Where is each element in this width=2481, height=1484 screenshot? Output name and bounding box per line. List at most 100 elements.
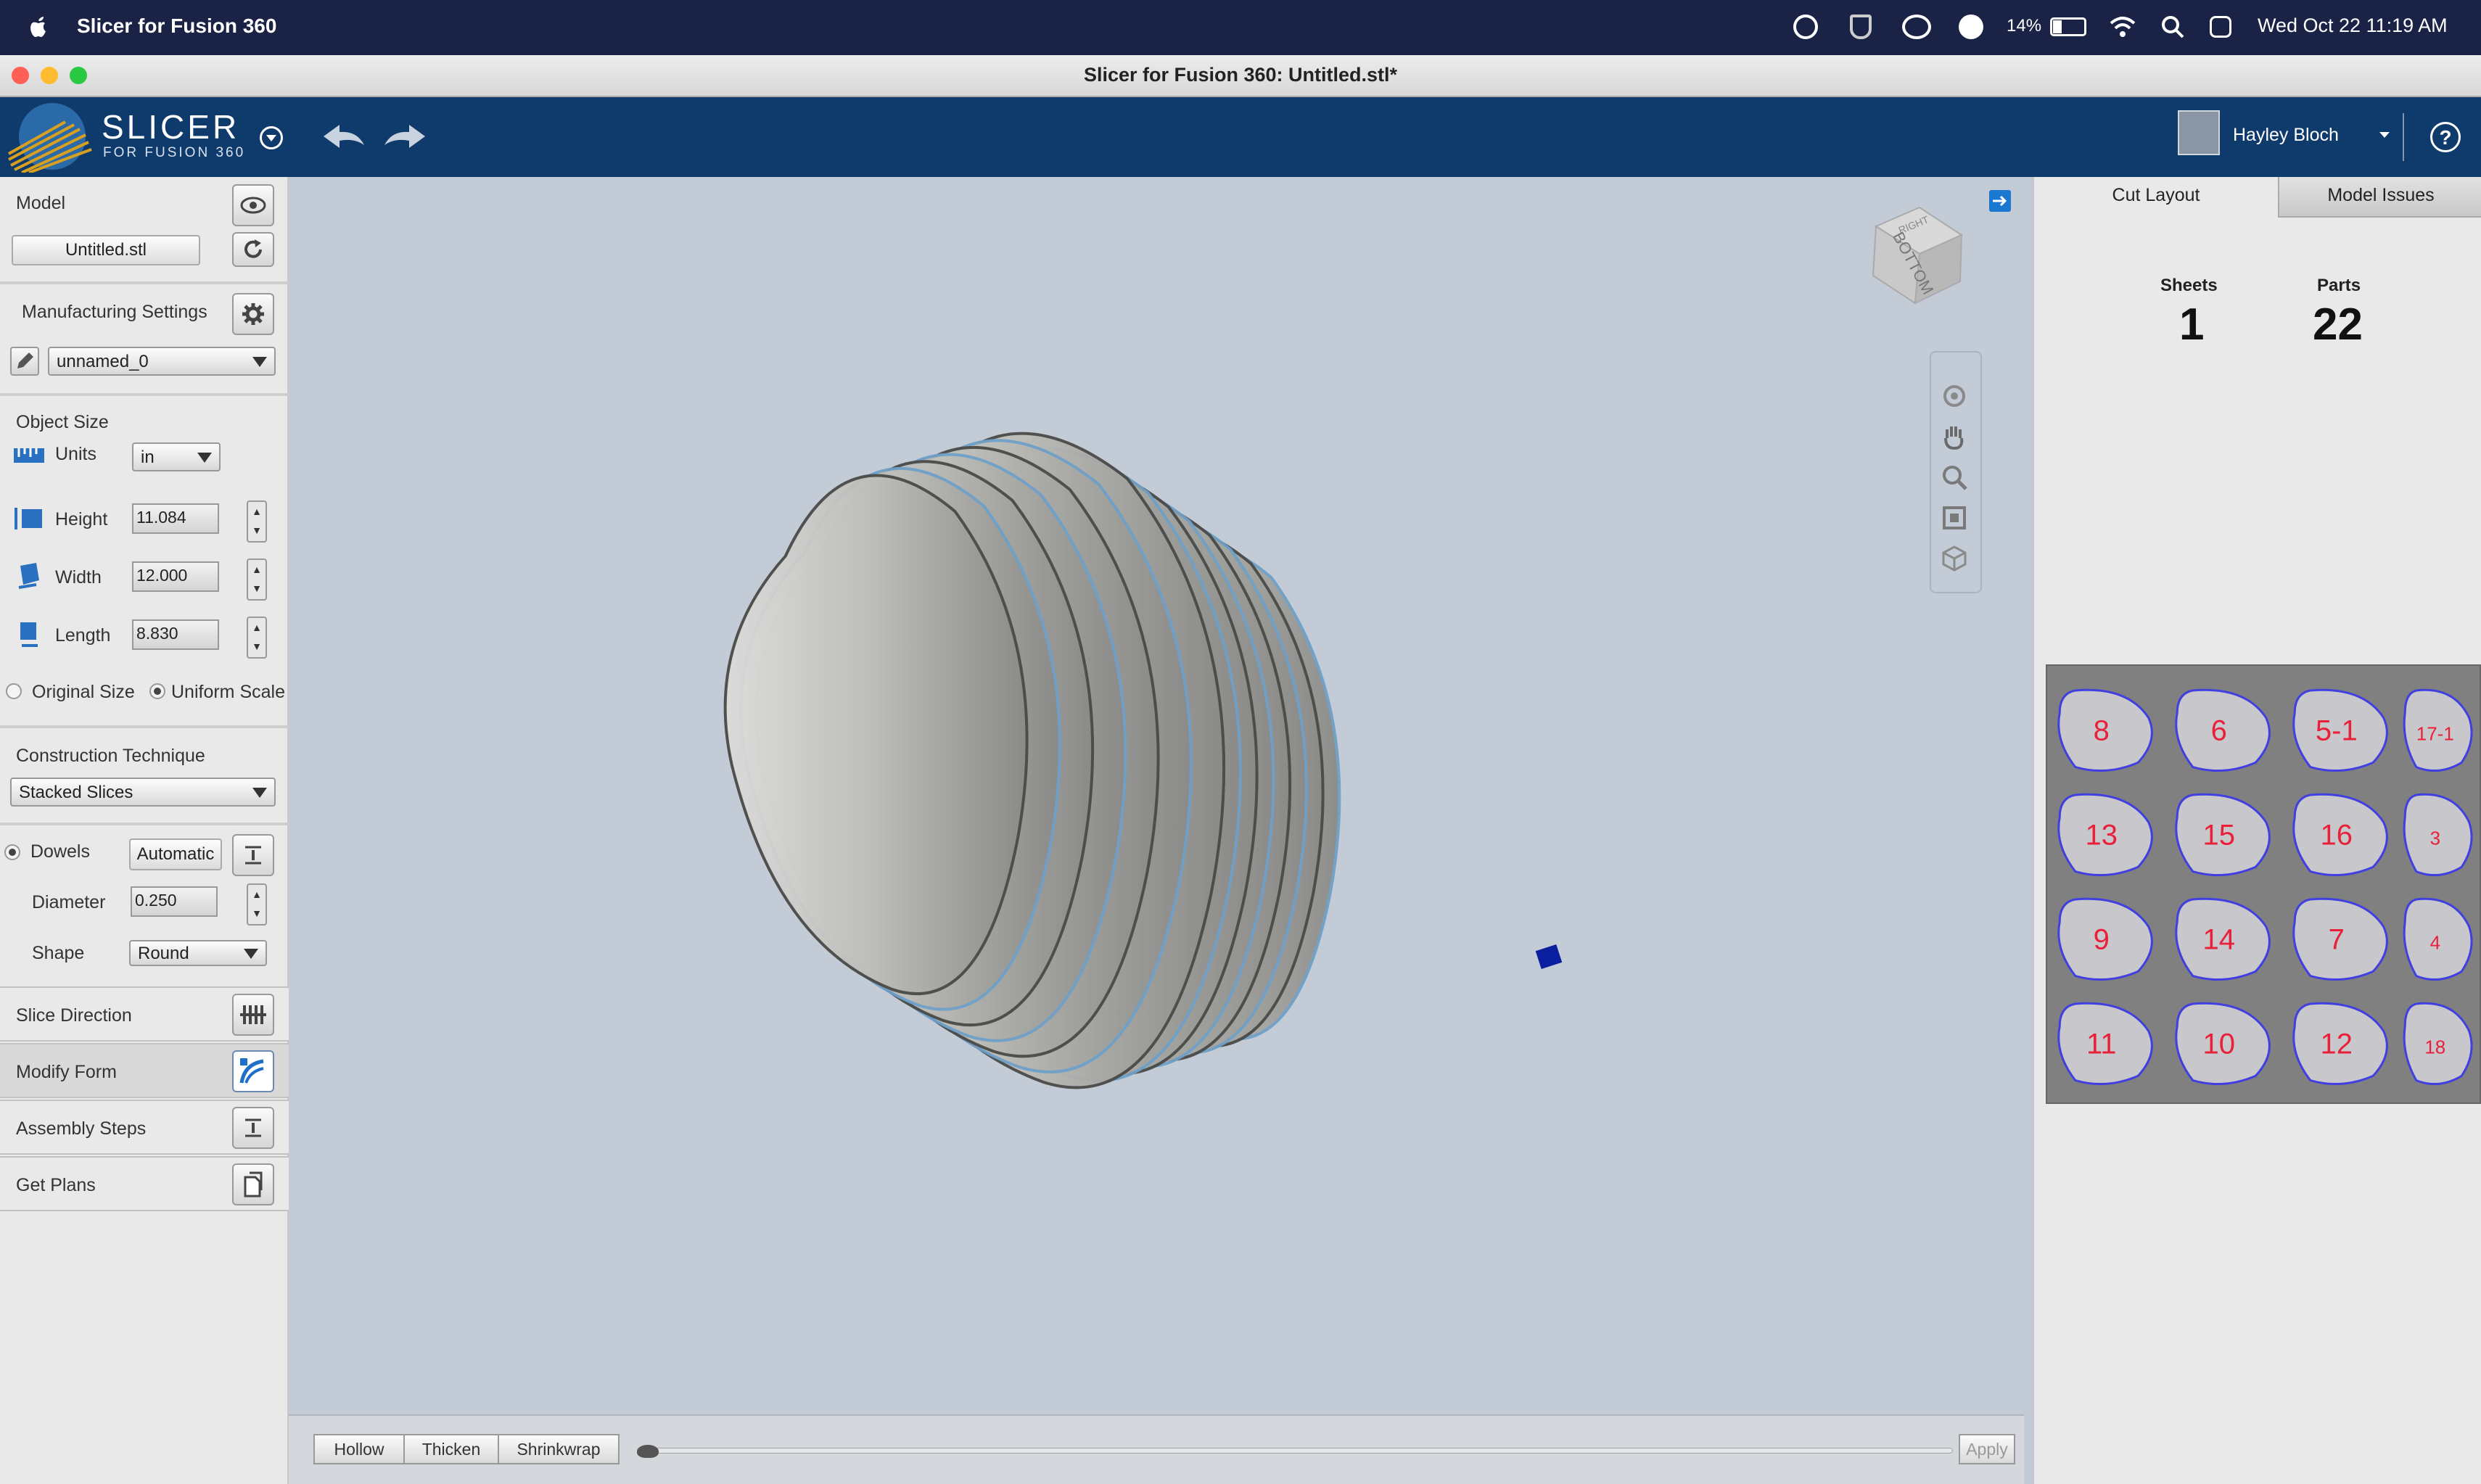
model-file-button[interactable]: Untitled.stl: [12, 235, 200, 265]
grammarly-icon[interactable]: [1793, 15, 1818, 39]
app-name[interactable]: Slicer for Fusion 360: [77, 15, 276, 38]
home-view-icon[interactable]: [1940, 544, 1969, 573]
diameter-field[interactable]: 0.250: [131, 886, 218, 917]
logo-subtitle: FOR FUSION 360: [103, 145, 246, 160]
screen-recorder-icon[interactable]: [1959, 15, 1983, 39]
zoom-icon[interactable]: [1940, 463, 1969, 492]
apple-icon[interactable]: [28, 13, 49, 41]
modify-slider-handle[interactable]: [637, 1445, 659, 1458]
sheet-part[interactable]: 14: [2175, 897, 2271, 981]
assembly-steps-label: Assembly Steps: [16, 1118, 147, 1139]
shape-select[interactable]: Round: [129, 940, 267, 966]
battery-percent: 14%: [2007, 16, 2042, 36]
search-icon[interactable]: [2160, 15, 2185, 39]
creative-cloud-icon[interactable]: [1902, 15, 1931, 39]
width-field[interactable]: 12.000: [132, 561, 219, 592]
divider: [0, 823, 289, 825]
sheet-part[interactable]: 11: [2057, 1002, 2153, 1086]
assembly-steps-button[interactable]: [232, 1107, 274, 1149]
part-label: 9: [2094, 923, 2110, 955]
dowel-placement-button[interactable]: [232, 834, 274, 876]
tab-model-issues[interactable]: Model Issues: [2278, 177, 2481, 218]
sheet-part[interactable]: 17-1: [2403, 688, 2473, 772]
hollow-button[interactable]: Hollow: [313, 1434, 405, 1464]
sliced-head-model[interactable]: [289, 177, 2031, 1410]
sheet-part[interactable]: 12: [2292, 1002, 2388, 1086]
get-plans-section[interactable]: Get Plans: [0, 1156, 289, 1211]
uniform-scale-label: Uniform Scale: [171, 682, 285, 702]
part-label: 16: [2321, 819, 2353, 851]
3d-viewport[interactable]: RIGHT BOTTOM Hollow Thicken Shrinkwrap A…: [289, 177, 2031, 1484]
avatar[interactable]: [2178, 110, 2220, 155]
undo-icon[interactable]: [321, 120, 367, 152]
length-stepper[interactable]: ▲ ▼: [247, 617, 267, 659]
sheet-part[interactable]: 15: [2175, 793, 2271, 877]
shield-icon[interactable]: [1850, 15, 1872, 39]
part-label: 17-1: [2416, 722, 2454, 744]
sheet-part[interactable]: 9: [2057, 897, 2153, 981]
height-field[interactable]: 11.084: [132, 503, 219, 534]
datetime[interactable]: Wed Oct 22 11:19 AM: [2258, 15, 2448, 37]
assembly-steps-section[interactable]: Assembly Steps: [0, 1100, 289, 1155]
parts-count: 22: [2313, 300, 2363, 350]
modify-form-section[interactable]: Modify Form: [0, 1043, 289, 1098]
left-panel: Model Untitled.stl Manufacturing Setting…: [0, 177, 289, 1484]
part-label: 8: [2094, 714, 2110, 746]
sheet-part[interactable]: 18: [2403, 1002, 2473, 1085]
sheet-part[interactable]: 8: [2057, 688, 2153, 772]
slice-direction-section[interactable]: Slice Direction: [0, 986, 289, 1042]
modify-form-button[interactable]: [232, 1050, 274, 1092]
get-plans-button[interactable]: [232, 1163, 274, 1205]
zoom-fit-icon[interactable]: [1940, 503, 1969, 532]
toolbar-divider: [2403, 113, 2404, 161]
preset-select[interactable]: unnamed_0: [48, 347, 276, 376]
sheet-part[interactable]: 6: [2175, 688, 2271, 772]
parts-label: Parts: [2317, 276, 2361, 295]
sheet-part[interactable]: 4: [2403, 897, 2473, 981]
sheet-part[interactable]: 5-1: [2292, 688, 2388, 772]
reload-model-button[interactable]: [232, 232, 274, 267]
manufacturing-settings-button[interactable]: [232, 293, 274, 335]
thicken-button[interactable]: Thicken: [403, 1434, 499, 1464]
units-select[interactable]: in: [132, 442, 221, 471]
user-dropdown-icon[interactable]: [2379, 132, 2390, 138]
edit-preset-button[interactable]: [10, 347, 39, 376]
pan-icon[interactable]: [1940, 422, 1969, 451]
height-stepper[interactable]: ▲ ▼: [247, 500, 267, 543]
control-center-icon[interactable]: [2210, 16, 2231, 38]
dowels-label: Dowels: [30, 841, 90, 862]
sheet-part[interactable]: 13: [2057, 793, 2153, 877]
dowels-mode-button[interactable]: Automatic: [129, 838, 222, 870]
chevron-down-icon: [252, 357, 267, 367]
apply-button[interactable]: Apply: [1959, 1434, 2015, 1464]
tab-cut-layout[interactable]: Cut Layout: [2034, 177, 2278, 218]
sheet-part[interactable]: 7: [2292, 897, 2388, 981]
battery-icon[interactable]: [2050, 17, 2086, 36]
app-menu-dropdown-icon[interactable]: [260, 126, 283, 149]
modify-slider-track[interactable]: [640, 1448, 1953, 1454]
length-field[interactable]: 8.830: [132, 619, 219, 650]
sheet-preview[interactable]: 8 6 5-1 17-1 13 15 16 3 9 14 7 4 11 10 12 18: [2046, 664, 2481, 1104]
slice-direction-button[interactable]: [232, 994, 274, 1036]
user-name[interactable]: Hayley Bloch: [2233, 125, 2339, 146]
expand-panel-button[interactable]: [1989, 190, 2011, 212]
sheet-part[interactable]: 3: [2403, 793, 2473, 876]
orbit-icon[interactable]: [1940, 382, 1969, 411]
original-size-radio[interactable]: [6, 683, 22, 699]
width-stepper[interactable]: ▲ ▼: [247, 558, 267, 601]
right-panel: Cut Layout Model Issues Sheets 1 Parts 2…: [2033, 177, 2481, 1484]
help-icon[interactable]: ?: [2430, 122, 2461, 152]
part-label: 13: [2086, 819, 2118, 851]
sheet-part[interactable]: 10: [2175, 1002, 2271, 1086]
uniform-scale-radio[interactable]: [149, 683, 165, 699]
visibility-button[interactable]: [232, 184, 274, 226]
diameter-stepper[interactable]: ▲ ▼: [247, 883, 267, 926]
technique-select[interactable]: Stacked Slices: [10, 778, 276, 807]
sheet-part[interactable]: 16: [2292, 793, 2388, 877]
view-cube[interactable]: RIGHT BOTTOM: [1869, 197, 1970, 306]
wifi-icon[interactable]: [2108, 15, 2137, 39]
dowels-radio[interactable]: [4, 844, 20, 860]
shrinkwrap-button[interactable]: Shrinkwrap: [498, 1434, 620, 1464]
redo-icon[interactable]: [382, 120, 428, 152]
arrow-right-icon: [1993, 195, 2007, 207]
